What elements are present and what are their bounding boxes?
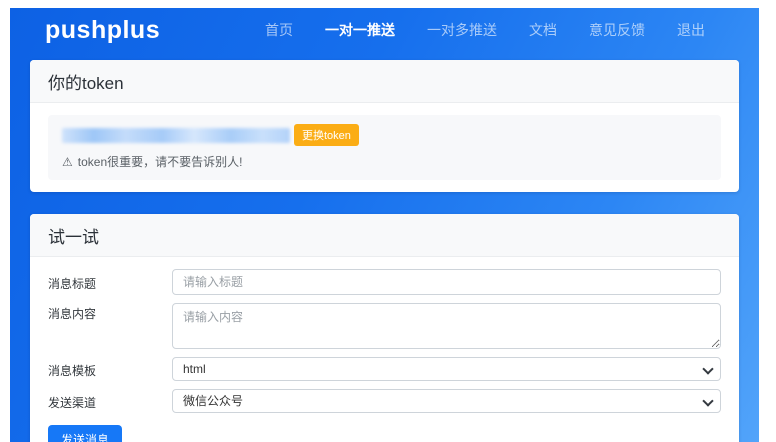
message-template-label: 消息模板 — [48, 360, 172, 379]
nav-item-one-to-many[interactable]: 一对多推送 — [411, 20, 513, 40]
page-content: 你的token 更换token ⚠ token很重要，请不要告诉别人! 试一试 — [10, 52, 759, 442]
message-title-label: 消息标题 — [48, 273, 172, 292]
token-warning-text: token很重要，请不要告诉别人! — [78, 153, 243, 170]
try-card: 试一试 消息标题 消息内容 消息模板 html — [30, 214, 739, 442]
top-navbar: pushplus 首页 一对一推送 一对多推送 文档 意见反馈 退出 — [10, 8, 759, 52]
nav-item-one-to-one[interactable]: 一对一推送 — [309, 20, 411, 40]
send-message-button[interactable]: 发送消息 — [48, 425, 122, 442]
form-row-content: 消息内容 — [48, 303, 721, 349]
message-content-label: 消息内容 — [48, 303, 172, 322]
nav-item-docs[interactable]: 文档 — [513, 20, 573, 40]
message-template-select-wrap: html — [172, 357, 721, 381]
token-card: 你的token 更换token ⚠ token很重要，请不要告诉别人! — [30, 60, 739, 192]
token-box: 更换token ⚠ token很重要，请不要告诉别人! — [48, 115, 721, 180]
form-row-title: 消息标题 — [48, 269, 721, 295]
try-card-header: 试一试 — [30, 214, 739, 257]
message-content-textarea[interactable] — [172, 303, 721, 349]
main-nav: 首页 一对一推送 一对多推送 文档 意见反馈 退出 — [249, 20, 721, 40]
try-card-title: 试一试 — [48, 228, 99, 247]
form-row-channel: 发送渠道 微信公众号 — [48, 389, 721, 413]
token-card-header: 你的token — [30, 60, 739, 103]
warning-icon: ⚠ — [62, 155, 73, 169]
change-token-button[interactable]: 更换token — [294, 124, 359, 146]
send-channel-label: 发送渠道 — [48, 392, 172, 411]
nav-item-logout[interactable]: 退出 — [661, 20, 721, 40]
nav-item-home[interactable]: 首页 — [249, 20, 309, 40]
page-background: pushplus 首页 一对一推送 一对多推送 文档 意见反馈 退出 你的tok… — [10, 8, 759, 442]
message-title-input[interactable] — [172, 269, 721, 295]
brand-logo[interactable]: pushplus — [45, 16, 160, 45]
send-channel-select-wrap: 微信公众号 — [172, 389, 721, 413]
message-template-select[interactable]: html — [172, 357, 721, 381]
token-card-title: 你的token — [48, 74, 124, 93]
form-row-template: 消息模板 html — [48, 357, 721, 381]
send-channel-select[interactable]: 微信公众号 — [172, 389, 721, 413]
try-card-body: 消息标题 消息内容 消息模板 html — [30, 257, 739, 442]
token-value-redacted — [62, 128, 290, 143]
token-warning: ⚠ token很重要，请不要告诉别人! — [62, 153, 707, 170]
nav-item-feedback[interactable]: 意见反馈 — [573, 20, 661, 40]
token-row: 更换token — [62, 124, 707, 146]
token-card-body: 更换token ⚠ token很重要，请不要告诉别人! — [30, 103, 739, 192]
